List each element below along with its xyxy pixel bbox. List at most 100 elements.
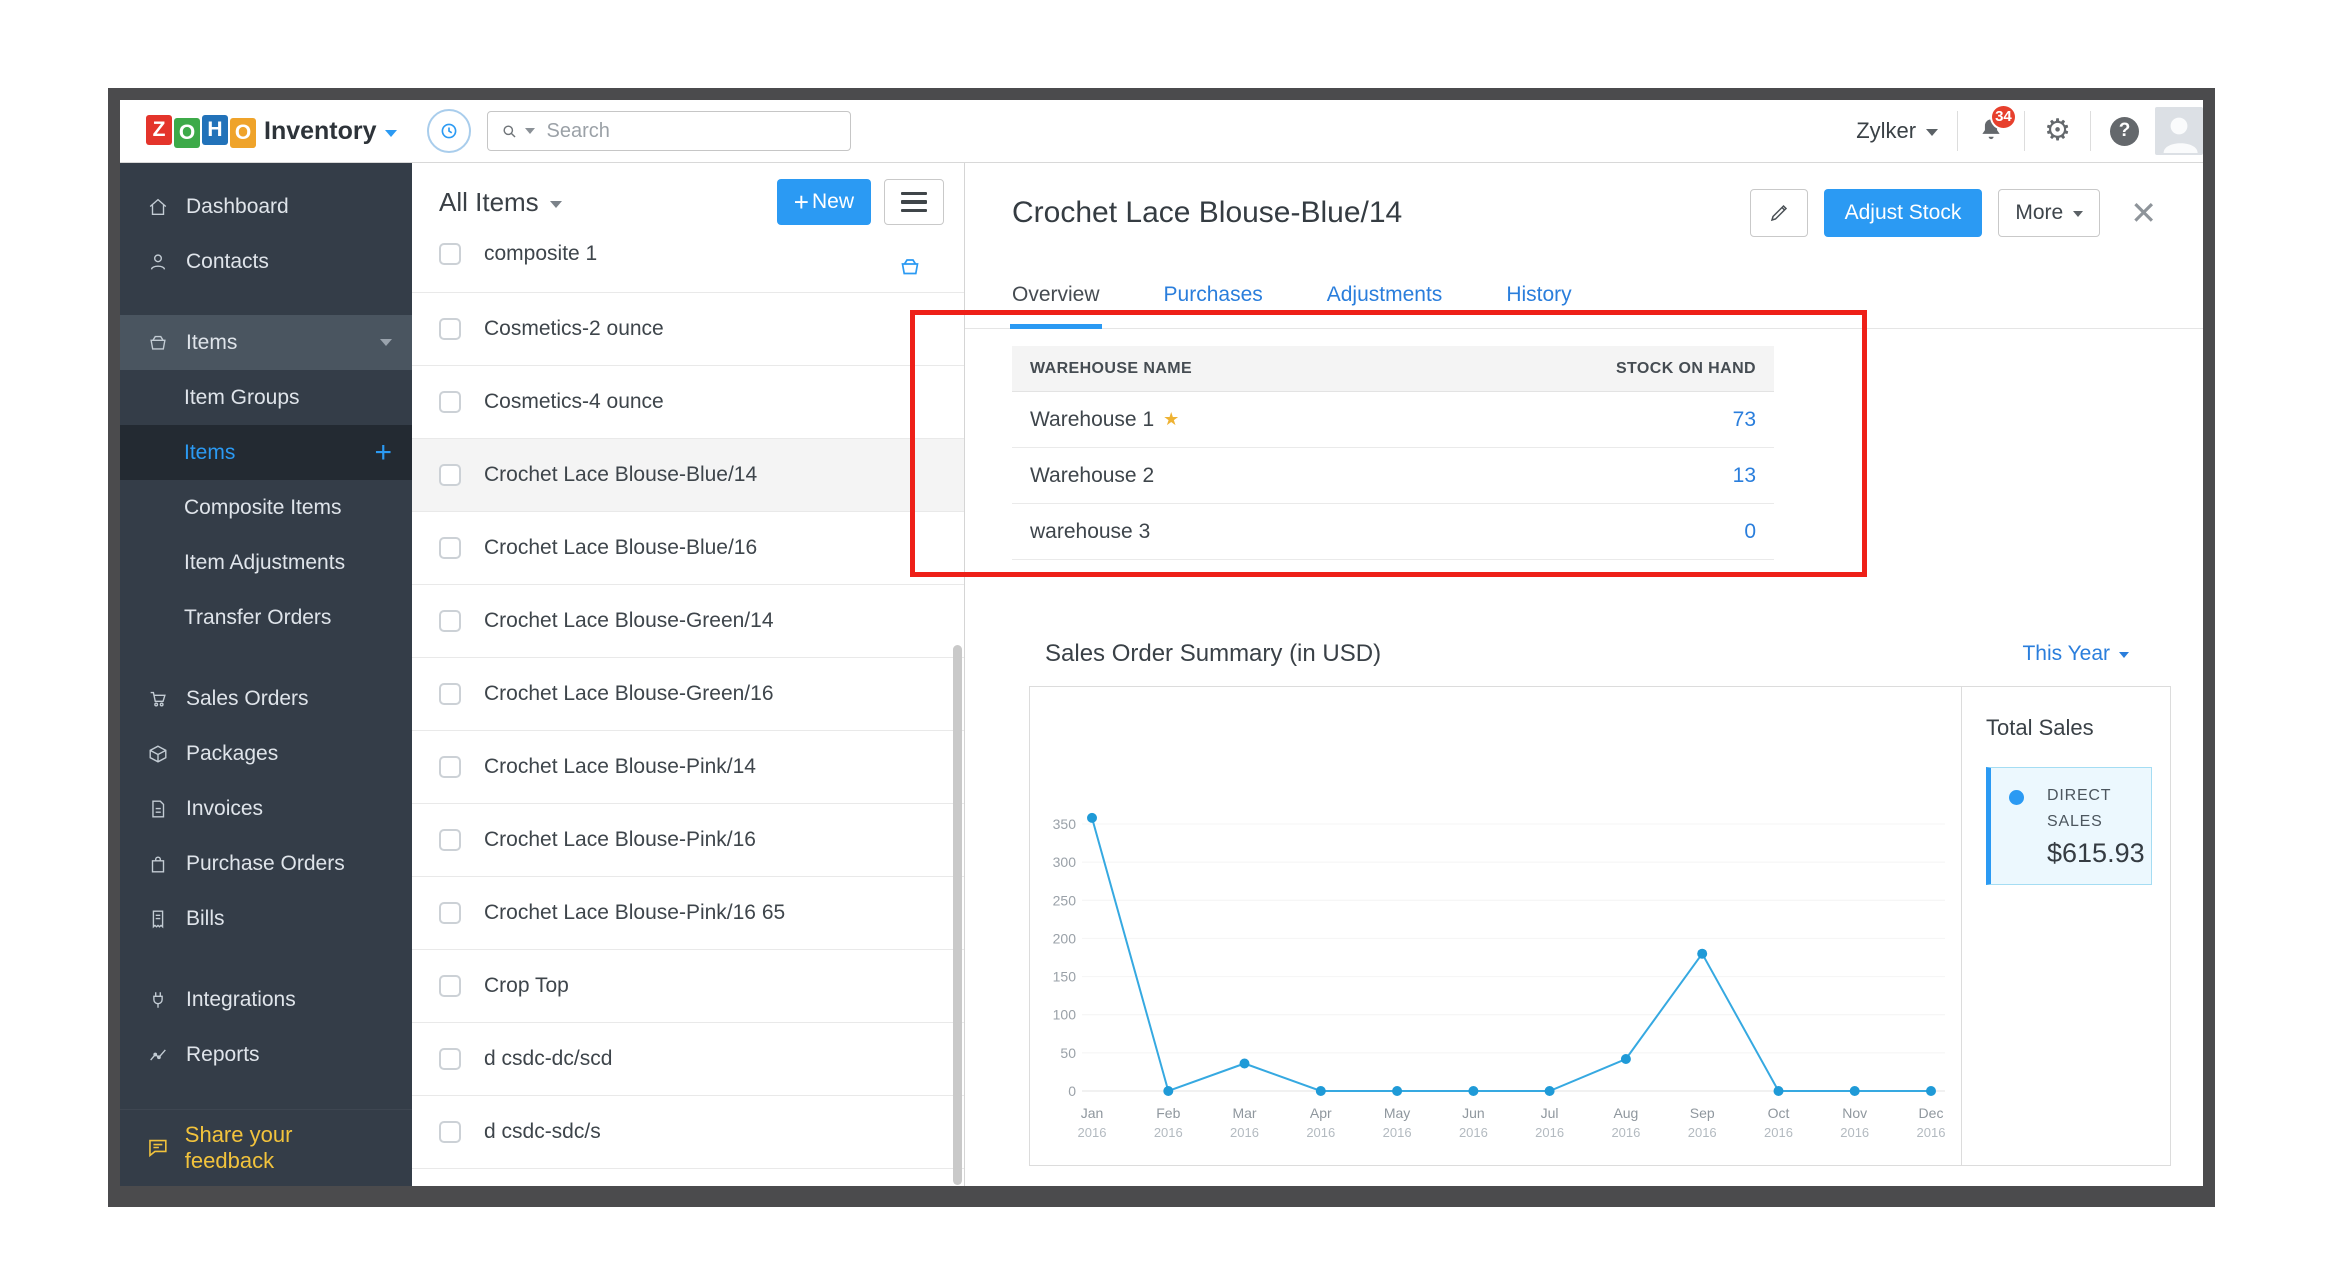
- list-item[interactable]: Crochet Lace Blouse-Pink/14: [412, 731, 964, 804]
- svg-text:2016: 2016: [1459, 1125, 1488, 1140]
- sidebar-item-packages[interactable]: Packages: [120, 726, 412, 781]
- close-icon[interactable]: ✕: [2130, 197, 2157, 229]
- tab-purchases[interactable]: Purchases: [1164, 283, 1263, 328]
- sidebar-item-invoices[interactable]: Invoices: [120, 781, 412, 836]
- item-checkbox[interactable]: [439, 829, 461, 851]
- sidebar-item-item-groups[interactable]: Item Groups: [120, 370, 412, 425]
- item-checkbox[interactable]: [439, 683, 461, 705]
- sales-line-chart: 0 50 100 150 200 250 300 350 Jan 2016 Feb 2016 Mar 20…: [1053, 812, 1945, 1140]
- list-item[interactable]: Crochet Lace Blouse-Pink/16 65: [412, 877, 964, 950]
- more-button[interactable]: More: [1998, 189, 2101, 237]
- item-name: composite 1: [484, 241, 598, 265]
- series-label: DIRECT SALES: [2047, 787, 2112, 830]
- svg-text:2016: 2016: [1078, 1125, 1107, 1140]
- item-checkbox[interactable]: [439, 975, 461, 997]
- item-checkbox[interactable]: [439, 318, 461, 340]
- help-button[interactable]: ?: [2110, 116, 2139, 146]
- item-name: Crochet Lace Blouse-Blue/16: [484, 536, 758, 559]
- direct-sales-card[interactable]: DIRECT SALES $615.93: [1986, 767, 2152, 886]
- period-dropdown[interactable]: This Year: [2022, 642, 2129, 666]
- basket-icon: [150, 335, 166, 350]
- adjust-stock-button[interactable]: Adjust Stock: [1823, 189, 1983, 237]
- sidebar-item-purchase-orders[interactable]: Purchase Orders: [120, 836, 412, 891]
- svg-text:300: 300: [1053, 854, 1077, 870]
- list-item[interactable]: Cosmetics-2 ounce: [412, 293, 964, 366]
- sidebar-item-composite-items[interactable]: Composite Items: [120, 480, 412, 535]
- svg-text:0: 0: [1068, 1083, 1076, 1099]
- table-row[interactable]: Warehouse 1 ★ 73: [1012, 392, 1774, 448]
- list-item[interactable]: Cosmetics-4 ounce: [412, 366, 964, 439]
- detail-tabs: Overview Purchases Adjustments History: [965, 283, 2203, 329]
- chat-bubble-icon: [149, 1139, 167, 1158]
- list-item[interactable]: Crochet Lace Blouse-Pink/16: [412, 804, 964, 877]
- stock-on-hand-link[interactable]: 0: [1744, 520, 1756, 544]
- user-icon: [150, 253, 166, 270]
- stock-on-hand-link[interactable]: 13: [1733, 464, 1756, 488]
- warehouse-name: Warehouse 2: [1030, 463, 1155, 487]
- stock-on-hand-link[interactable]: 73: [1733, 408, 1756, 432]
- item-checkbox[interactable]: [439, 756, 461, 778]
- search-scope-caret-icon[interactable]: [524, 128, 535, 134]
- total-sales-value: $615.93: [2047, 838, 2145, 869]
- user-avatar[interactable]: [2155, 107, 2203, 155]
- item-checkbox[interactable]: [439, 391, 461, 413]
- list-item[interactable]: Crop Top: [412, 950, 964, 1023]
- sidebar-item-reports[interactable]: Reports: [120, 1027, 412, 1082]
- tab-history[interactable]: History: [1506, 283, 1571, 328]
- detail-header: Crochet Lace Blouse-Blue/14 Adjust Stock…: [965, 163, 2203, 237]
- list-item[interactable]: Crochet Lace Blouse-Green/14: [412, 585, 964, 658]
- edit-button[interactable]: [1749, 189, 1808, 237]
- screenshot-canvas: ZOHO Inventory Search Zylker 34 ⚙ ? Dash…: [0, 0, 2333, 1280]
- org-selector[interactable]: Zylker: [1856, 118, 1939, 144]
- tab-adjustments[interactable]: Adjustments: [1327, 283, 1443, 328]
- sidebar-item-item-adjustments[interactable]: Item Adjustments: [120, 535, 412, 590]
- item-checkbox[interactable]: [439, 610, 461, 632]
- share-feedback-button[interactable]: Share your feedback: [120, 1109, 412, 1186]
- svg-text:2016: 2016: [1535, 1125, 1564, 1140]
- item-checkbox[interactable]: [439, 464, 461, 486]
- table-row[interactable]: Warehouse 2 13: [1012, 448, 1774, 504]
- item-checkbox[interactable]: [439, 1121, 461, 1143]
- sidebar-item-transfer-orders[interactable]: Transfer Orders: [120, 590, 412, 645]
- item-checkbox[interactable]: [439, 242, 461, 265]
- list-item[interactable]: d csdc-dc/scd: [412, 1023, 964, 1096]
- item-name: Crochet Lace Blouse-Blue/14: [484, 463, 758, 486]
- sidebar-item-integrations[interactable]: Integrations: [120, 972, 412, 1027]
- list-item[interactable]: composite 1: [412, 241, 964, 293]
- tab-overview[interactable]: Overview: [1010, 283, 1102, 329]
- new-button-label: New: [811, 190, 854, 213]
- sidebar-item-items[interactable]: Items +: [120, 425, 412, 480]
- sales-summary-title: Sales Order Summary (in USD): [1045, 640, 1382, 667]
- item-checkbox[interactable]: [439, 1048, 461, 1070]
- sidebar-item-items[interactable]: Items: [120, 315, 412, 370]
- list-item[interactable]: Crochet Lace Blouse-Green/16: [412, 658, 964, 731]
- search-input[interactable]: Search: [486, 111, 851, 151]
- home-icon: [149, 198, 167, 215]
- svg-text:2016: 2016: [1764, 1125, 1793, 1140]
- new-item-button[interactable]: + New: [776, 179, 871, 225]
- settings-gear-icon[interactable]: ⚙: [2044, 116, 2071, 146]
- list-scrollbar[interactable]: [953, 645, 962, 1185]
- sidebar-item-sales-orders[interactable]: Sales Orders: [120, 671, 412, 726]
- svg-text:150: 150: [1053, 969, 1077, 985]
- sidebar-item-label: Items: [186, 330, 238, 354]
- warehouse-table: WAREHOUSE NAME STOCK ON HAND Warehouse 1…: [1012, 346, 1774, 560]
- table-row[interactable]: warehouse 3 0: [1012, 504, 1774, 560]
- list-menu-button[interactable]: [884, 179, 944, 225]
- list-item[interactable]: Crochet Lace Blouse-Blue/16: [412, 512, 964, 585]
- sidebar-item-label: Item Groups: [184, 385, 300, 409]
- sidebar-item-bills[interactable]: Bills: [120, 891, 412, 946]
- items-filter-dropdown[interactable]: All Items: [439, 187, 562, 218]
- sidebar-item-contacts[interactable]: Contacts: [120, 234, 412, 289]
- item-name: Cosmetics-2 ounce: [484, 317, 664, 340]
- sidebar-item-dashboard[interactable]: Dashboard: [120, 179, 412, 234]
- list-item[interactable]: d csdc-sdc/s: [412, 1096, 964, 1169]
- list-item[interactable]: Crochet Lace Blouse-Blue/14: [412, 439, 964, 512]
- item-checkbox[interactable]: [439, 902, 461, 924]
- zoho-inventory-logo[interactable]: ZOHO Inventory: [146, 114, 397, 148]
- recent-activity-button[interactable]: [426, 109, 471, 153]
- notifications-button[interactable]: 34: [1977, 103, 2017, 148]
- divider: [1957, 111, 1959, 151]
- sidebar-item-label: Integrations: [186, 987, 296, 1011]
- item-checkbox[interactable]: [439, 537, 461, 559]
